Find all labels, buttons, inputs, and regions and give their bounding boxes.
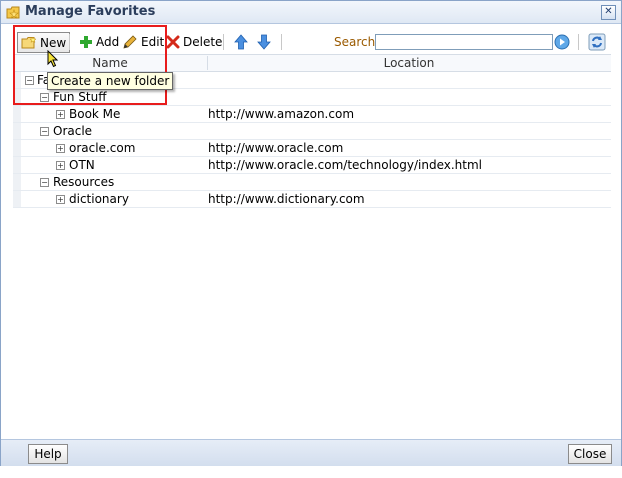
tree-row-location[interactable]: http://www.oracle.com/technology/index.h… (208, 158, 482, 172)
toolbar: New Add Edit Delete Search (13, 31, 611, 53)
move-down-icon (257, 34, 271, 50)
tree-row-name: OTN (69, 158, 95, 172)
tree-row-name: Resources (53, 175, 115, 189)
toolbar-separator (281, 34, 282, 50)
collapse-icon[interactable]: − (40, 178, 49, 187)
move-down-button[interactable] (257, 31, 271, 53)
tree-row[interactable]: + oracle.com http://www.oracle.com (13, 140, 611, 157)
tree-row-name: oracle.com (69, 141, 136, 155)
toolbar-separator (69, 34, 70, 50)
delete-button-label: Delete (183, 35, 223, 49)
toolbar-separator (578, 34, 579, 50)
tree-row[interactable]: + OTN http://www.oracle.com/technology/i… (13, 157, 611, 174)
row-gutter (13, 89, 21, 105)
tree-row[interactable]: − Oracle (13, 123, 611, 140)
manage-favorites-dialog: Manage Favorites ✕ New Add Edit Delete S… (0, 0, 622, 466)
tree-row[interactable]: + dictionary http://www.dictionary.com (13, 191, 611, 208)
close-button[interactable]: Close (568, 444, 612, 464)
delete-button[interactable]: Delete (166, 31, 222, 53)
collapse-icon[interactable]: − (40, 93, 49, 102)
table-header: Name Location (13, 54, 611, 72)
edit-button[interactable]: Edit (122, 31, 164, 53)
delete-icon (166, 35, 180, 49)
help-button[interactable]: Help (28, 444, 68, 464)
edit-button-label: Edit (141, 35, 165, 49)
new-button-label: New (40, 35, 67, 50)
expand-icon[interactable]: + (56, 144, 65, 153)
add-button[interactable]: Add (79, 31, 119, 53)
tree-row-location[interactable]: http://www.amazon.com (208, 107, 354, 121)
add-icon (80, 36, 92, 48)
row-gutter (13, 106, 21, 122)
tree-row-name: Oracle (53, 124, 93, 138)
go-icon[interactable] (554, 34, 570, 50)
refresh-icon[interactable] (588, 33, 606, 51)
move-up-button[interactable] (234, 31, 248, 53)
tree-row-name: Book Me (69, 107, 121, 121)
mouse-cursor-icon (47, 50, 59, 68)
title-bar[interactable]: Manage Favorites ✕ (1, 1, 621, 24)
add-button-label: Add (96, 35, 120, 49)
column-header-location[interactable]: Location (207, 56, 611, 70)
new-folder-icon (21, 35, 37, 48)
new-button[interactable]: New (17, 32, 71, 53)
tree-row[interactable]: − Fun Stuff (13, 89, 611, 106)
search-label: Search (334, 35, 376, 49)
row-gutter (13, 174, 21, 190)
collapse-icon[interactable]: − (25, 76, 34, 85)
move-up-icon (234, 34, 248, 50)
row-gutter (13, 140, 21, 156)
row-gutter (13, 72, 21, 88)
dialog-title: Manage Favorites (25, 4, 156, 19)
tooltip: Create a new folder (47, 72, 174, 90)
tree-row[interactable]: − Resources (13, 174, 611, 191)
tree-row-name: Fun Stuff (53, 90, 107, 104)
tree-row-location[interactable]: http://www.oracle.com (208, 141, 343, 155)
expand-icon[interactable]: + (56, 110, 65, 119)
expand-icon[interactable]: + (56, 195, 65, 204)
row-gutter (13, 123, 21, 139)
dialog-footer: Help Close (1, 439, 621, 466)
favorites-star-icon (6, 6, 20, 19)
collapse-icon[interactable]: − (40, 127, 49, 136)
column-header-name[interactable]: Name (13, 56, 208, 70)
close-icon[interactable]: ✕ (601, 5, 616, 20)
edit-icon (123, 35, 137, 49)
tree-row-location[interactable]: http://www.dictionary.com (208, 192, 365, 206)
expand-icon[interactable]: + (56, 161, 65, 170)
toolbar-separator (223, 34, 224, 50)
row-gutter (13, 157, 21, 173)
row-gutter (13, 191, 21, 207)
tree-row[interactable]: + Book Me http://www.amazon.com (13, 106, 611, 123)
tree-row-name: dictionary (69, 192, 129, 206)
search-input[interactable] (375, 34, 553, 50)
